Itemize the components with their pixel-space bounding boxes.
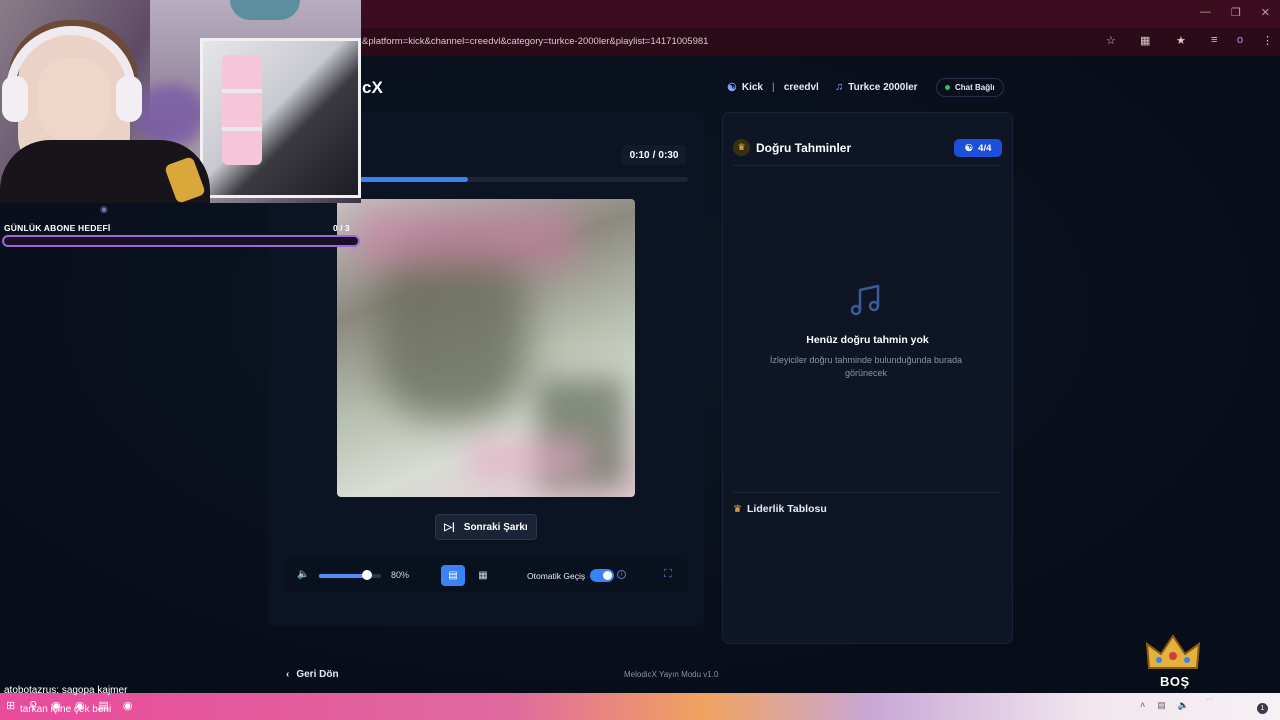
- channel-label: creedvl: [783, 82, 819, 93]
- back-label: Geri Dön: [296, 669, 339, 680]
- webcam-overlay: [0, 0, 361, 203]
- guess-count: 4/4: [978, 142, 992, 154]
- volume-percent: 80%: [391, 570, 410, 580]
- film-icon: ▦: [478, 570, 488, 581]
- chat-status-label: Chat Bağlı: [955, 83, 995, 92]
- album-cover: [337, 199, 635, 497]
- music-note-icon: [850, 284, 880, 316]
- crown-icon: [1145, 634, 1201, 669]
- next-song-button[interactable]: ▷| Sonraki Şarkı: [435, 514, 537, 540]
- address-bar[interactable]: &platform=kick&channel=creedvl&category=…: [362, 36, 708, 47]
- users-icon: ☯: [964, 142, 974, 154]
- goal-total: 3: [344, 223, 350, 233]
- divider: [733, 165, 1001, 166]
- version-label: MelodicX Yayın Modu v1.0: [624, 670, 719, 679]
- leaderboard-title: Liderlik Tablosu: [747, 503, 827, 515]
- auto-advance-label: Otomatik Geçiş: [527, 571, 586, 581]
- crown-icon: ♛: [733, 504, 742, 515]
- time-current: 0:10: [629, 149, 650, 161]
- song-progress-bar: [360, 177, 688, 182]
- start-icon[interactable]: ⊞: [6, 699, 15, 712]
- clock[interactable]: ···: [1206, 695, 1213, 704]
- chat-message: tarkan içine çek beni: [20, 704, 112, 715]
- category-info: ♫ Turkce 2000ler: [835, 81, 918, 93]
- song-progress-fill: [360, 177, 469, 182]
- media-icon[interactable]: ≡: [1211, 34, 1217, 46]
- info-icon[interactable]: i: [617, 570, 626, 579]
- star-icon[interactable]: ☆: [1106, 34, 1116, 47]
- notification-badge[interactable]: 1: [1257, 703, 1268, 714]
- time-separator: /: [652, 149, 656, 161]
- system-tray: ˄ ▤ 🔈: [1140, 700, 1189, 711]
- speaker-icon[interactable]: 🔈: [1178, 700, 1189, 711]
- platform-label: Kick: [741, 82, 763, 93]
- taskbar: [0, 693, 1280, 720]
- film-mode-button[interactable]: ▦: [472, 565, 494, 586]
- crown-icon: ♛: [733, 139, 750, 156]
- monitor-icon: ▤: [448, 570, 458, 581]
- guess-count-badge: ☯ 4/4: [954, 139, 1002, 157]
- chat-message: atobotazrus: sagopa kajmer: [4, 685, 128, 696]
- divider: [733, 492, 1001, 493]
- display-mode-button[interactable]: ▤: [441, 565, 465, 586]
- guesses-title: Doğru Tahminler: [756, 141, 852, 155]
- chevron-up-icon[interactable]: ˄: [1140, 700, 1145, 711]
- stream-logo-icon: ◉: [100, 204, 109, 214]
- status-badge: BOŞ: [1160, 674, 1190, 689]
- goal-current: 0: [333, 223, 338, 233]
- menu-icon[interactable]: ⋮: [1262, 34, 1273, 47]
- platform-channel: ☯ Kick | creedvl: [727, 81, 819, 94]
- favorites-icon[interactable]: ★: [1176, 34, 1186, 47]
- status-dot-icon: [945, 85, 950, 90]
- goal-separator: /: [340, 223, 343, 233]
- next-song-label: Sonraki Şarkı: [463, 521, 528, 533]
- browser-icon[interactable]: ◉: [123, 699, 133, 712]
- chat-status-badge: Chat Bağlı: [936, 78, 1004, 97]
- volume-knob[interactable]: [362, 570, 372, 580]
- fullscreen-icon[interactable]: ⛶: [664, 568, 672, 581]
- empty-state-subtitle: İzleyiciler doğru tahminde bulunduğunda …: [769, 355, 963, 378]
- sub-goal-bar: [2, 235, 360, 247]
- minimize-icon[interactable]: —: [1200, 6, 1211, 19]
- category-label: Turkce 2000ler: [848, 81, 918, 93]
- empty-state-title: Henüz doğru tahmin yok: [806, 334, 929, 346]
- sub-goal-count: 0 / 3: [333, 223, 350, 233]
- app-logo: cX: [362, 78, 383, 97]
- sub-goal-label: GÜNLÜK ABONE HEDEFİ: [4, 223, 111, 233]
- profile-avatar[interactable]: o: [1237, 34, 1243, 46]
- window-controls: — ❐ ✕: [1200, 6, 1270, 19]
- auto-advance-toggle[interactable]: [590, 569, 614, 582]
- skip-next-icon: ▷|: [444, 521, 455, 533]
- music-icon: ♫: [835, 81, 844, 93]
- users-icon: ☯: [727, 82, 737, 94]
- chevron-left-icon: ‹: [286, 669, 290, 680]
- back-button[interactable]: ‹ Geri Dön: [286, 669, 339, 680]
- restore-icon[interactable]: ❐: [1231, 6, 1241, 19]
- time-total: 0:30: [658, 149, 679, 161]
- network-icon[interactable]: ▤: [1157, 700, 1166, 711]
- extensions-icon[interactable]: ▦: [1140, 34, 1150, 47]
- time-display: 0:10 / 0:30: [622, 145, 686, 165]
- close-icon[interactable]: ✕: [1261, 6, 1270, 19]
- volume-icon[interactable]: 🔈: [297, 569, 309, 580]
- separator: |: [772, 82, 775, 93]
